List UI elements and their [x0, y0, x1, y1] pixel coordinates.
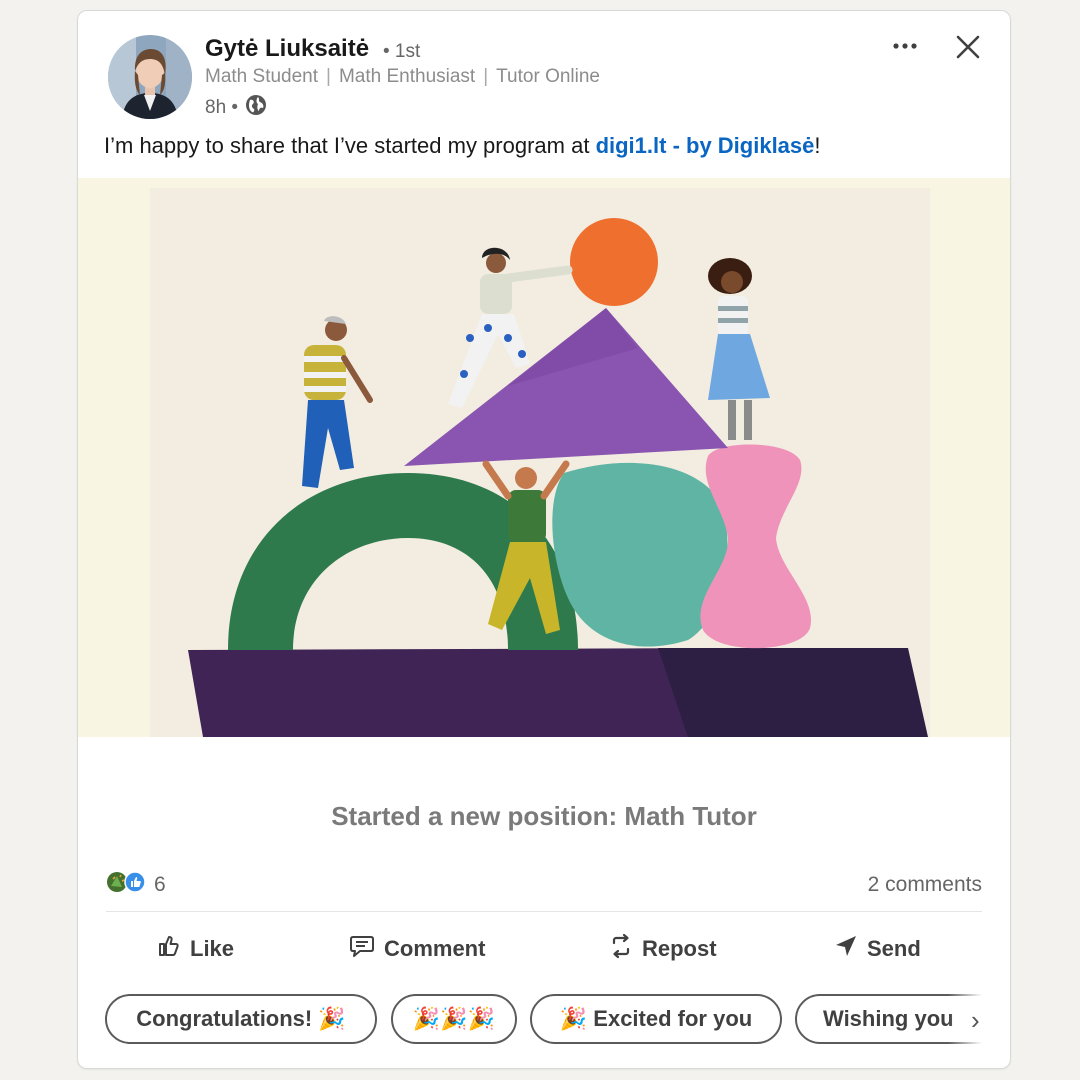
quick-reply-chip[interactable]: 🎉🎉🎉	[391, 994, 517, 1044]
comment-button[interactable]: Comment	[348, 933, 485, 965]
avatar[interactable]	[108, 35, 192, 119]
post-illustration[interactable]	[78, 178, 1010, 737]
repost-label: Repost	[642, 936, 717, 961]
author-headline: Math Student | Math Enthusiast | Tutor Onlin…	[205, 66, 600, 88]
globe-icon	[244, 93, 268, 123]
close-icon[interactable]	[950, 29, 986, 65]
author-name[interactable]: Gytė Liuksaitė	[205, 35, 369, 63]
chevron-right-icon[interactable]: ›	[971, 1005, 980, 1036]
quick-reply-chip[interactable]: 🎉 Excited for you	[530, 994, 782, 1044]
post-meta: 8h •	[205, 93, 268, 123]
post-card: Gytė Liuksaitė • 1st Math Student | Math E…	[77, 10, 1011, 1069]
post-caption: Started a new position: Math Tutor	[331, 801, 757, 831]
post-time: 8h •	[205, 97, 239, 118]
headline-part: Tutor Online	[496, 66, 600, 87]
reactions-summary[interactable]: 6	[106, 871, 166, 899]
post-text-end: !	[814, 133, 821, 158]
send-icon	[833, 933, 859, 965]
post-text: I’m happy to share that I’ve started my …	[104, 133, 821, 159]
connection-degree: • 1st	[383, 41, 421, 62]
headline-separator: |	[326, 66, 331, 87]
like-button[interactable]: Like	[156, 933, 234, 965]
headline-part: Math Student	[205, 66, 319, 87]
send-button[interactable]: Send	[833, 933, 921, 965]
comment-label: Comment	[384, 936, 486, 961]
comment-icon	[348, 933, 376, 965]
repost-icon	[608, 933, 634, 965]
comments-count[interactable]: 2 comments	[868, 873, 982, 897]
divider	[106, 911, 982, 912]
quick-reply-chip[interactable]: Congratulations! 🎉	[105, 994, 377, 1044]
more-dots-icon[interactable]	[888, 31, 928, 61]
like-label: Like	[190, 936, 235, 961]
headline-part: Math Enthusiast	[338, 66, 476, 87]
like-icon	[124, 871, 146, 899]
repost-button[interactable]: Repost	[608, 933, 717, 965]
reaction-count: 6	[154, 873, 166, 896]
thumbs-up-icon	[156, 933, 182, 965]
send-label: Send	[867, 936, 921, 961]
post-text-body: I’m happy to share that I’ve started my …	[104, 133, 596, 158]
headline-separator: |	[483, 66, 489, 87]
company-link[interactable]: digi1.lt - by Digiklasė	[596, 133, 815, 158]
